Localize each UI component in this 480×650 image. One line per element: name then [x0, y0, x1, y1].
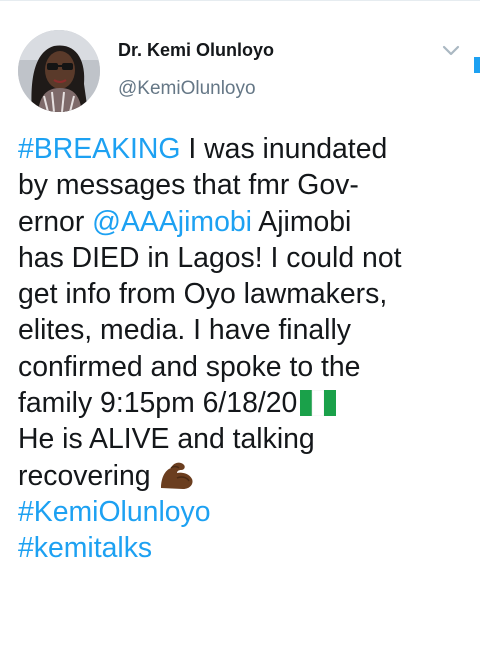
hashtag-kemiolunloyo-link[interactable]: #KemiOlunloyo — [18, 496, 211, 528]
avatar[interactable] — [18, 30, 100, 112]
hashtag-breaking-link[interactable]: #BREAKING — [18, 133, 181, 165]
tweet-line-12: #kemitalks — [18, 530, 476, 566]
tweet-line-1: #BREAKING I was inundated — [18, 131, 476, 167]
chevron-down-icon[interactable] — [438, 40, 464, 60]
tweet-line-2: by messages that fmr Gov- — [18, 169, 359, 202]
tweet-line-10-text: recovering — [18, 459, 151, 492]
top-divider — [0, 0, 480, 1]
tweet-line-3: ernor @AAAjimobi Ajimobi — [18, 204, 476, 240]
tweet-line-4: has DIED in Lagos! I could not — [18, 241, 402, 274]
nigeria-flag-emoji — [300, 389, 337, 425]
tweet-line-5: get info from Oyo lawmakers, — [18, 278, 388, 311]
tweet-line-10: recovering — [18, 458, 476, 494]
display-name[interactable]: Dr. Kemi Olunloyo — [118, 40, 274, 61]
avatar-photo — [18, 30, 100, 112]
scroll-indicator — [474, 57, 480, 73]
tweet-line-6: elites, media. I have finally — [18, 314, 351, 347]
tweet-line-1-text: I was inundated — [180, 133, 388, 165]
tweet-line-7: confirmed and spoke to the — [18, 350, 361, 383]
tweet-line-9: He is ALIVE and talking — [18, 423, 315, 456]
tweet-text: #BREAKING I was inundated by messages th… — [18, 131, 476, 567]
mention-link[interactable]: @AAAjimobi — [92, 206, 252, 238]
tweet-line-3-prefix: ernor — [18, 205, 93, 238]
user-handle[interactable]: @KemiOlunloyo — [118, 78, 256, 100]
hashtag-kemitalks-link[interactable]: #kemitalks — [18, 532, 152, 564]
tweet-line-11: #KemiOlunloyo — [18, 494, 476, 530]
tweet-line-3-text: Ajimobi — [251, 205, 352, 238]
tweet-line-8: family 9:15pm 6/18/20 — [18, 385, 476, 421]
tweet-line-8-text: family 9:15pm 6/18/20 — [18, 387, 298, 420]
